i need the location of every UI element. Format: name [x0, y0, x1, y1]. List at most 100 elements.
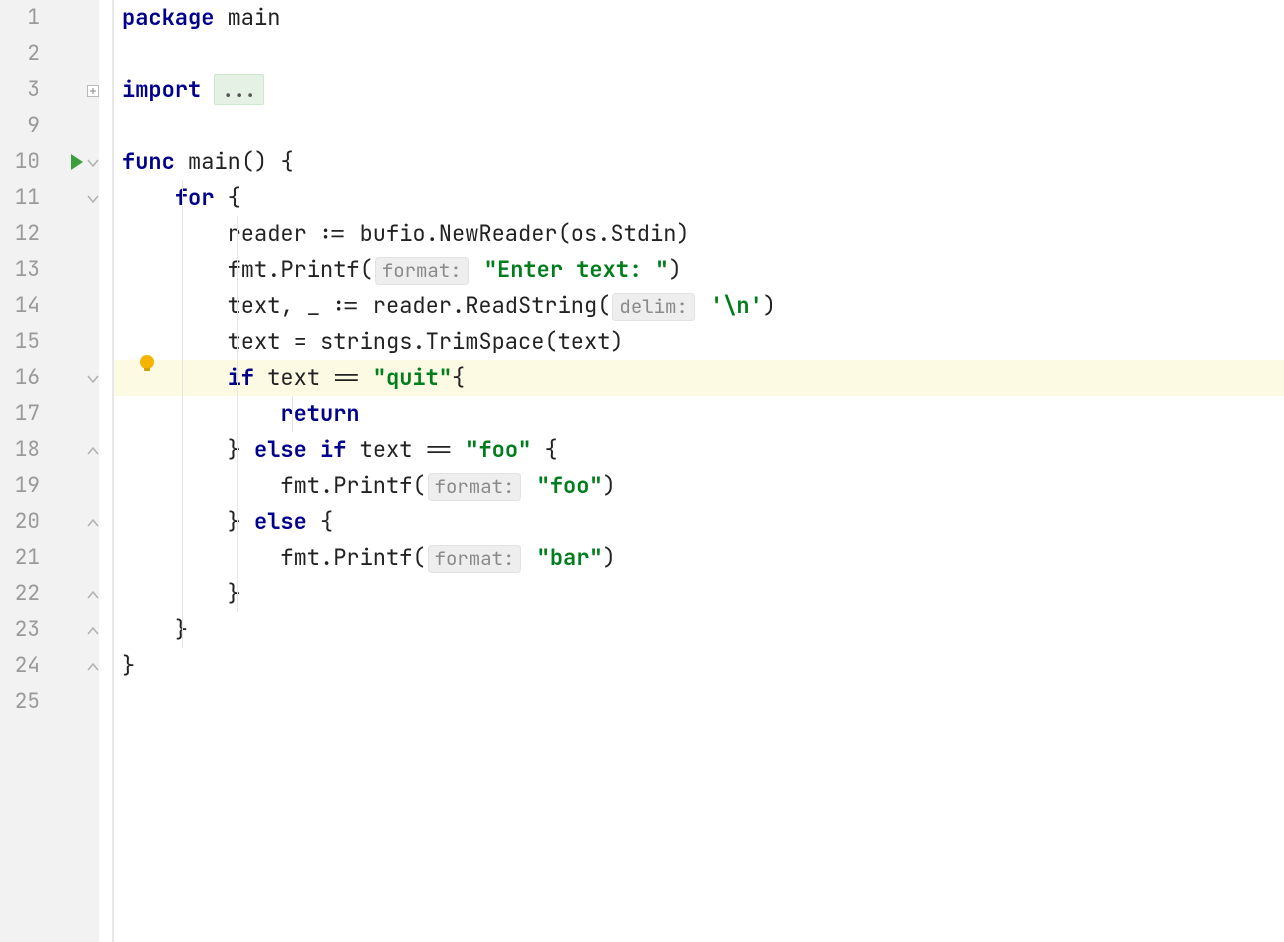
intention-bulb-icon[interactable] [138, 352, 156, 381]
code-line[interactable]: fmt.Printf(format: "bar") [114, 540, 1284, 576]
gutter-row: 11 [0, 180, 99, 216]
code-line[interactable]: if text == "quit"{ [114, 360, 1284, 396]
gutter-icons [44, 144, 99, 180]
code-line[interactable]: fmt.Printf(format: "Enter text: ") [114, 252, 1284, 288]
gutter-icons [44, 468, 99, 504]
gutter-icons [44, 684, 99, 720]
gutter-icons [44, 252, 99, 288]
code-text: reader := bufio.NewReader(os.Stdin) [228, 219, 690, 248]
gutter-icons [44, 360, 99, 396]
line-number: 2 [0, 36, 44, 72]
gutter-row: 24 [0, 648, 99, 684]
code-line[interactable]: } [114, 612, 1284, 648]
gutter-icons [44, 216, 99, 252]
gutter-row: 19 [0, 468, 99, 504]
code-line[interactable]: func main() { [114, 144, 1284, 180]
code-line[interactable]: for { [114, 180, 1284, 216]
code-text: text == [267, 363, 373, 392]
code-text: fmt.Printf( [228, 255, 373, 284]
line-number: 13 [0, 252, 44, 288]
fold-expand-icon[interactable] [87, 72, 99, 108]
line-number: 20 [0, 504, 44, 540]
code-line[interactable]: package main [114, 0, 1284, 36]
string-literal: "foo" [537, 471, 603, 500]
fold-close-icon[interactable] [87, 504, 99, 540]
identifier: main [228, 3, 281, 32]
inline-hint: delim: [612, 293, 694, 321]
fold-open-icon[interactable] [87, 180, 99, 216]
code-line[interactable] [114, 684, 1284, 720]
gutter-row: 25 [0, 684, 99, 720]
line-number: 15 [0, 324, 44, 360]
line-number: 23 [0, 612, 44, 648]
keyword: if [228, 363, 254, 392]
gutter-icons [44, 648, 99, 684]
gutter-row: 10 [0, 144, 99, 180]
folded-region[interactable]: ... [214, 74, 264, 105]
code-editor: 123910111213141516171819202122232425 pac… [0, 0, 1284, 942]
keyword: for [175, 183, 215, 212]
code-line[interactable]: text, _ := reader.ReadString(delim: '\n'… [114, 288, 1284, 324]
line-number: 3 [0, 72, 44, 108]
string-literal: "foo" [465, 435, 531, 464]
gutter-icons [44, 0, 99, 36]
code-line[interactable]: return [114, 396, 1284, 432]
gutter-row: 23 [0, 612, 99, 648]
fold-close-icon[interactable] [87, 576, 99, 612]
gutter-row: 16 [0, 360, 99, 396]
code-line[interactable]: } else { [114, 504, 1284, 540]
line-number: 16 [0, 360, 44, 396]
indent-guide [182, 180, 183, 648]
code-line[interactable] [114, 36, 1284, 72]
gutter-icons [44, 36, 99, 72]
fold-margin [100, 0, 114, 942]
line-number: 22 [0, 576, 44, 612]
code-text: text, _ := reader.ReadString( [228, 291, 611, 320]
gutter-icons [44, 540, 99, 576]
gutter-icons [44, 108, 99, 144]
fold-close-icon[interactable] [87, 612, 99, 648]
string-literal: "quit" [373, 363, 452, 392]
gutter-icons [44, 288, 99, 324]
code-line[interactable] [114, 108, 1284, 144]
code-line[interactable]: reader := bufio.NewReader(os.Stdin) [114, 216, 1284, 252]
code-line[interactable]: } else if text == "foo" { [114, 432, 1284, 468]
line-number: 18 [0, 432, 44, 468]
gutter-icons [44, 72, 99, 108]
code-line[interactable]: } [114, 576, 1284, 612]
gutter-row: 15 [0, 324, 99, 360]
line-number: 11 [0, 180, 44, 216]
code-line[interactable]: } [114, 648, 1284, 684]
gutter-row: 21 [0, 540, 99, 576]
gutter-row: 22 [0, 576, 99, 612]
code-line[interactable]: fmt.Printf(format: "foo") [114, 468, 1284, 504]
code-line[interactable]: import ... [114, 72, 1284, 108]
line-number: 19 [0, 468, 44, 504]
string-literal: "bar" [537, 543, 603, 572]
indent-guide [292, 396, 293, 432]
code-area[interactable]: package main import ... func main() { for … [114, 0, 1284, 942]
gutter-icons [44, 576, 99, 612]
line-number: 25 [0, 684, 44, 720]
gutter-row: 14 [0, 288, 99, 324]
code-text: fmt.Printf( [280, 471, 425, 500]
fold-close-icon[interactable] [87, 648, 99, 684]
identifier: main [188, 147, 241, 176]
line-number: 21 [0, 540, 44, 576]
fold-close-icon[interactable] [87, 432, 99, 468]
run-icon[interactable] [69, 153, 85, 171]
keyword: package [122, 3, 214, 32]
line-number: 17 [0, 396, 44, 432]
fold-open-icon[interactable] [87, 144, 99, 180]
gutter-row: 2 [0, 36, 99, 72]
gutter-row: 9 [0, 108, 99, 144]
keyword: import [122, 75, 201, 104]
gutter-row: 13 [0, 252, 99, 288]
gutter-icons [44, 396, 99, 432]
fold-open-icon[interactable] [87, 360, 99, 396]
code-line[interactable]: text = strings.TrimSpace(text) [114, 324, 1284, 360]
code-text: fmt.Printf( [280, 543, 425, 572]
keyword: else [254, 507, 307, 536]
line-number: 14 [0, 288, 44, 324]
gutter-icons [44, 180, 99, 216]
